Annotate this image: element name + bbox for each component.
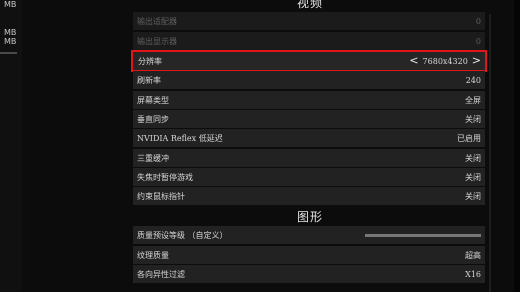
setting-label: 分辨率 [138,56,162,66]
quality-preset-slider[interactable] [365,234,481,237]
setting-vsync[interactable]: 垂直同步 关闭 [133,110,485,128]
resolution-selector: < 7680x4320 > [409,55,481,66]
panel-divider [0,52,17,54]
setting-label: 三重缓冲 [137,153,169,163]
section-title-graphics: 图形 [296,210,323,224]
setting-texture-quality[interactable]: 纹理质量 超高 [133,246,485,264]
setting-value: 关闭 [465,153,481,163]
settings-scrollbar[interactable] [489,14,491,292]
setting-value: 已启用 [457,133,481,143]
setting-label: 各向异性过滤 [137,269,185,279]
memory-label-top: MB [4,0,17,9]
setting-value: 240 [465,75,481,85]
setting-value: 关闭 [465,191,481,201]
setting-screen-type[interactable]: 屏幕类型 全屏 [133,91,485,109]
setting-value: 超高 [465,250,481,260]
setting-value: 7680x4320 [422,56,468,66]
setting-label: 垂直同步 [137,114,169,124]
chevron-left-icon[interactable]: < [409,55,418,66]
setting-label: 约束鼠标指针 [137,191,185,201]
setting-value: 关闭 [465,114,481,124]
memory-label-1: MB [4,28,17,37]
setting-nvidia-reflex[interactable]: NVIDIA Reflex 低延迟 已启用 [133,129,485,147]
right-edge [514,0,520,292]
setting-value: 关闭 [465,172,481,182]
setting-label: 屏幕类型 [137,95,169,105]
chevron-right-icon[interactable]: > [472,55,481,66]
settings-content: 视频 输出适配器 0 输出显示器 0 分辨率 < 7680x4320 > 刷新率… [131,0,487,292]
setting-pause-on-focus-loss[interactable]: 失焦时暂停游戏 关闭 [133,168,485,186]
left-panel: MB MB MB [0,0,22,292]
setting-label: 质量预设等级 （自定义） [137,230,228,240]
setting-label: 失焦时暂停游戏 [137,172,193,182]
setting-output-adapter[interactable]: 输出适配器 0 [133,12,485,30]
memory-label-2: MB [4,37,17,46]
setting-resolution[interactable]: 分辨率 < 7680x4320 > [131,50,487,72]
section-title-video: 视频 [296,0,323,10]
setting-output-display[interactable]: 输出显示器 0 [133,32,485,50]
setting-value: X16 [465,269,481,279]
setting-value: 0 [475,16,481,26]
setting-label: NVIDIA Reflex 低延迟 [137,133,223,143]
setting-label: 纹理质量 [137,250,169,260]
setting-refresh-rate[interactable]: 刷新率 240 [133,71,485,89]
setting-anisotropic-filtering[interactable]: 各向异性过滤 X16 [133,265,485,283]
setting-triple-buffering[interactable]: 三重缓冲 关闭 [133,149,485,167]
setting-quality-preset[interactable]: 质量预设等级 （自定义） [133,226,485,244]
setting-value: 全屏 [465,95,481,105]
setting-label: 输出适配器 [137,16,177,26]
setting-label: 刷新率 [137,75,161,85]
setting-label: 输出显示器 [137,36,177,46]
setting-confine-cursor[interactable]: 约束鼠标指针 关闭 [133,187,485,205]
setting-value: 0 [475,36,481,46]
